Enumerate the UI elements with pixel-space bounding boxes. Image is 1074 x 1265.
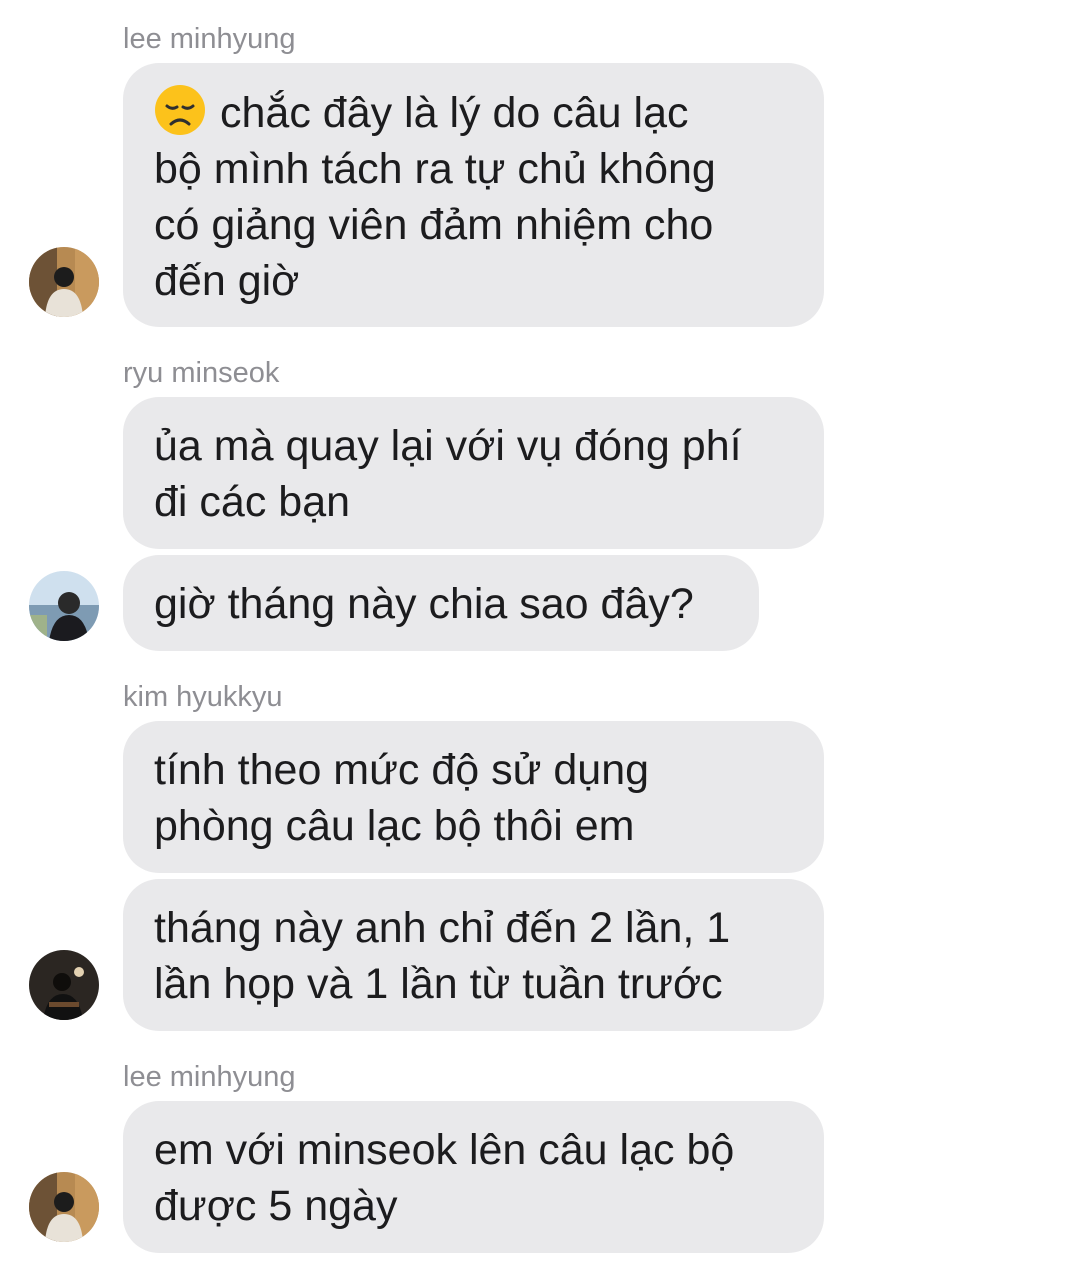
message-line: có giảng viên đảm nhiệm cho bbox=[154, 201, 714, 249]
message-line: tính theo mức độ sử dụng bbox=[154, 746, 650, 794]
disappointed-face-icon bbox=[155, 85, 205, 135]
message-bubble[interactable]: chắc đây là lý do câu lạc bộ mình tách r… bbox=[123, 63, 824, 327]
message-line: bộ mình tách ra tự chủ không bbox=[154, 145, 716, 193]
avatar[interactable] bbox=[29, 247, 99, 317]
message-line: lần họp và 1 lần từ tuần trước bbox=[154, 960, 723, 1008]
avatar[interactable] bbox=[29, 950, 99, 1020]
message-line: được 5 ngày bbox=[154, 1182, 398, 1230]
message-line: phòng câu lạc bộ thôi em bbox=[154, 802, 635, 850]
sender-name: lee minhyung bbox=[123, 23, 296, 55]
message-line: giờ tháng này chia sao đây? bbox=[154, 580, 694, 628]
message-bubble[interactable]: ủa mà quay lại với vụ đóng phí đi các bạ… bbox=[123, 397, 824, 549]
message-bubble[interactable]: tính theo mức độ sử dụng phòng câu lạc b… bbox=[123, 721, 824, 873]
message-line: đi các bạn bbox=[154, 478, 351, 526]
message-bubble[interactable]: tháng này anh chỉ đến 2 lần, 1 lần họp v… bbox=[123, 879, 824, 1031]
avatar[interactable] bbox=[29, 571, 99, 641]
message-line: em với minseok lên câu lạc bộ bbox=[154, 1126, 735, 1174]
avatar[interactable] bbox=[29, 1172, 99, 1242]
sender-name: kim hyukkyu bbox=[123, 681, 283, 713]
sender-name: lee minhyung bbox=[123, 1061, 296, 1093]
message-line: chắc đây là lý do câu lạc bbox=[154, 84, 794, 141]
message-bubble[interactable]: giờ tháng này chia sao đây? bbox=[123, 555, 759, 651]
sender-name: ryu minseok bbox=[123, 357, 280, 389]
message-line: ủa mà quay lại với vụ đóng phí bbox=[154, 422, 742, 470]
message-line: tháng này anh chỉ đến 2 lần, 1 bbox=[154, 904, 731, 952]
message-line: đến giờ bbox=[154, 257, 300, 305]
message-bubble[interactable]: em với minseok lên câu lạc bộ được 5 ngà… bbox=[123, 1101, 824, 1253]
